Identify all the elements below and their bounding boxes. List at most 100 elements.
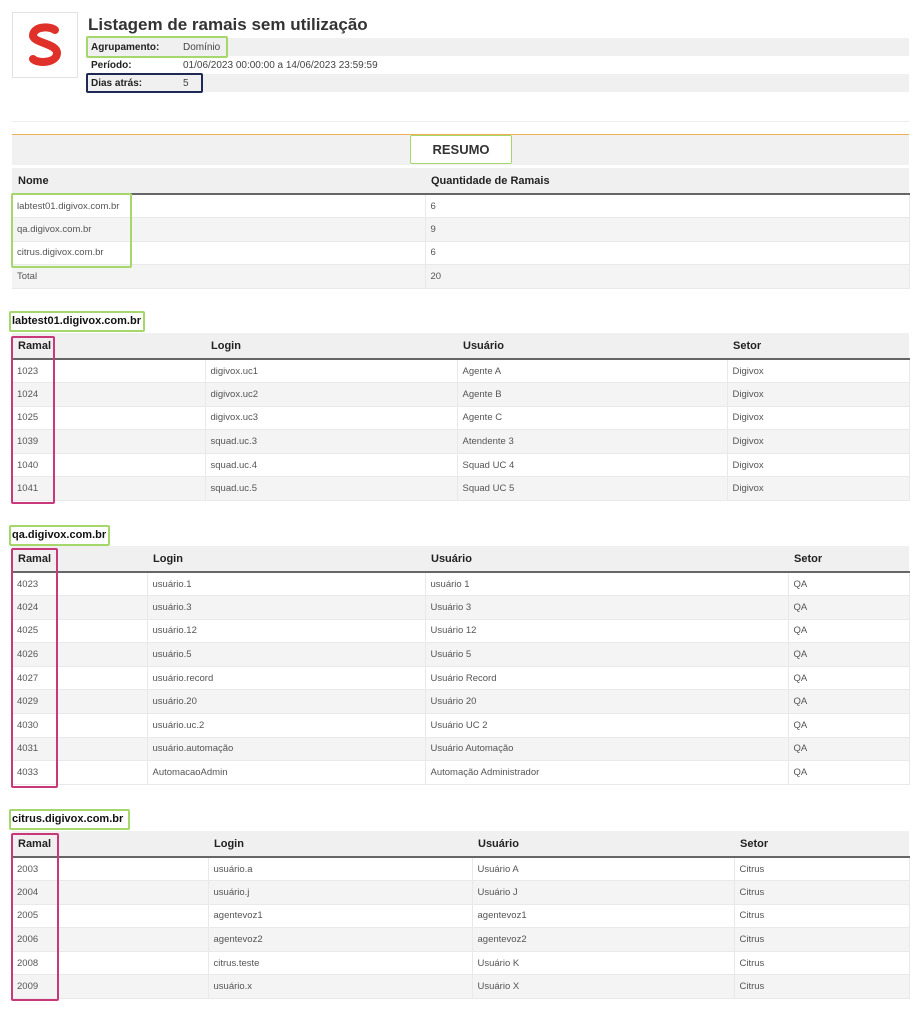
table-cell: QA — [788, 737, 910, 762]
table-cell: usuário.5 — [147, 642, 426, 667]
column-header: Usuário — [425, 546, 788, 573]
table-row: citrus.digivox.com.br 6 — [12, 241, 910, 266]
table-cell: Atendente 3 — [457, 429, 728, 454]
table-row: 4033 AutomacaoAdmin Automação Administrado… — [12, 760, 910, 785]
table-cell: Usuário 12 — [425, 619, 789, 644]
group-table-citrus: Ramal Login Usuário Setor 2003 usuário.a U… — [12, 831, 910, 1000]
table-row: Total 20 — [12, 264, 910, 289]
table-cell: usuário.a — [208, 857, 473, 882]
table-cell: usuário.20 — [147, 689, 426, 715]
column-header: Ramal — [12, 831, 208, 858]
table-cell: Squad UC 5 — [457, 476, 728, 502]
column-header: Setor — [734, 831, 909, 858]
table-cell: 4030 — [12, 713, 148, 738]
table-cell: QA — [788, 760, 910, 785]
table-cell: QA — [788, 713, 910, 738]
table-cell: 2008 — [12, 951, 209, 976]
meta-label: Dias atrás: — [91, 77, 143, 89]
table-cell: QA — [788, 666, 910, 691]
table-cell: QA — [788, 619, 910, 644]
table-row: 4030 usuário.uc.2 Usuário UC 2 QA — [12, 713, 910, 738]
meta-value: 01/06/2023 00:00:00 a 14/06/2023 23:59:5… — [183, 59, 378, 71]
table-cell: Total — [12, 264, 426, 289]
table-cell: Citrus — [734, 904, 910, 929]
table-cell: squad.uc.3 — [205, 429, 458, 454]
meta-row-dias-atras: Dias atrás: 5 — [88, 74, 909, 92]
table-cell: digivox.uc2 — [205, 382, 458, 407]
table-cell: 2003 — [12, 857, 209, 882]
table-row: 1041 squad.uc.5 Squad UC 5 Digivox — [12, 476, 910, 502]
table-cell: Citrus — [734, 880, 910, 905]
table-cell: Citrus — [734, 951, 910, 976]
column-header: Ramal — [12, 546, 147, 573]
table-cell: usuário.automação — [147, 737, 426, 762]
table-cell: qa.digivox.com.br — [12, 217, 426, 242]
table-cell: QA — [788, 572, 910, 597]
group-header-row: Ramal Login Usuário Setor — [12, 333, 909, 360]
table-row: 4024 usuário.3 Usuário 3 QA — [12, 595, 910, 620]
table-cell: Usuário K — [472, 951, 735, 976]
table-row: 2005 agentevoz1 agentevoz1 Citrus — [12, 904, 910, 929]
meta-value: Domínio — [183, 41, 221, 53]
column-header: Quantidade de Ramais — [425, 168, 909, 195]
table-cell: usuário.record — [147, 666, 426, 691]
table-row: 2008 citrus.teste Usuário K Citrus — [12, 951, 910, 976]
table-cell: usuário.12 — [147, 619, 426, 644]
table-cell: 4026 — [12, 642, 148, 667]
table-cell: 1023 — [12, 359, 206, 384]
table-cell: 2004 — [12, 880, 209, 905]
table-row: 1024 digivox.uc2 Agente B Digivox — [12, 382, 910, 407]
table-cell: 6 — [425, 241, 910, 266]
column-header: Setor — [788, 546, 909, 573]
table-row: 4027 usuário.record Usuário Record QA — [12, 666, 910, 691]
table-cell: Digivox — [727, 406, 910, 431]
table-row: 4031 usuário.automação Usuário Automação QA — [12, 737, 910, 762]
table-cell: 4027 — [12, 666, 148, 691]
company-logo — [12, 12, 78, 78]
table-cell: squad.uc.4 — [205, 453, 458, 478]
table-cell: Agente B — [457, 382, 728, 407]
table-cell: 1039 — [12, 429, 206, 454]
table-cell: 4029 — [12, 689, 148, 715]
resumo-label: RESUMO — [410, 135, 512, 164]
table-row: 1025 digivox.uc3 Agente C Digivox — [12, 406, 910, 431]
table-cell: Digivox — [727, 359, 910, 384]
table-cell: Usuário 5 — [425, 642, 789, 667]
table-row: 2009 usuário.x Usuário X Citrus — [12, 974, 910, 1000]
summary-table: Nome Quantidade de Ramais labtest01.digi… — [12, 168, 910, 289]
meta-row-periodo: Período: 01/06/2023 00:00:00 a 14/06/202… — [88, 56, 909, 74]
table-cell: Usuário Automação — [425, 737, 789, 762]
table-cell: 1024 — [12, 382, 206, 407]
group-header-row: Ramal Login Usuário Setor — [12, 831, 909, 858]
table-cell: digivox.uc3 — [205, 406, 458, 431]
group-title: qa.digivox.com.br — [12, 529, 107, 541]
table-cell: Usuário X — [472, 974, 735, 1000]
table-cell: AutomacaoAdmin — [147, 760, 426, 785]
table-cell: Citrus — [734, 974, 910, 1000]
table-cell: Citrus — [734, 927, 910, 952]
table-cell: 1025 — [12, 406, 206, 431]
table-cell: 2005 — [12, 904, 209, 929]
table-cell: agentevoz1 — [472, 904, 735, 929]
summary-header-row: Nome Quantidade de Ramais — [12, 168, 909, 195]
column-header: Usuário — [472, 831, 734, 858]
table-cell: citrus.digivox.com.br — [12, 241, 426, 266]
table-cell: Digivox — [727, 429, 910, 454]
group-title: citrus.digivox.com.br — [12, 813, 124, 825]
table-cell: Usuário J — [472, 880, 735, 905]
group-title: labtest01.digivox.com.br — [12, 315, 141, 327]
column-header: Nome — [12, 168, 425, 195]
column-header: Login — [208, 831, 472, 858]
table-row: 1023 digivox.uc1 Agente A Digivox — [12, 359, 910, 384]
table-cell: usuário.j — [208, 880, 473, 905]
table-cell: QA — [788, 689, 910, 715]
column-header: Usuário — [457, 333, 727, 360]
table-cell: 2006 — [12, 927, 209, 952]
table-cell: agentevoz2 — [472, 927, 735, 952]
table-cell: 20 — [425, 264, 910, 289]
table-cell: 1041 — [12, 476, 206, 502]
table-cell: usuário.uc.2 — [147, 713, 426, 738]
table-cell: digivox.uc1 — [205, 359, 458, 384]
table-cell: Agente A — [457, 359, 728, 384]
table-cell: 4031 — [12, 737, 148, 762]
